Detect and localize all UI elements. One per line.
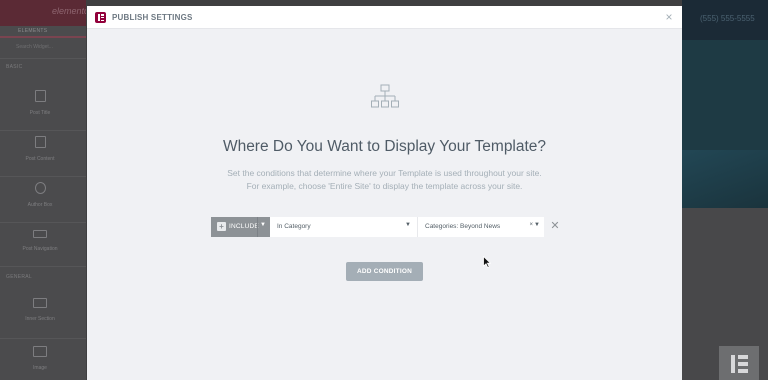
condition-type-select[interactable]: In Category ▼ (270, 217, 418, 237)
modal-title: PUBLISH SETTINGS (112, 13, 193, 22)
caret-down-icon: ▼ (260, 222, 266, 228)
close-icon[interactable]: × (662, 10, 676, 24)
caret-down-icon: ▼ (534, 222, 540, 228)
elementor-logo-tile (719, 346, 759, 380)
divider (0, 58, 86, 59)
condition-type-value: In Category (277, 223, 311, 230)
widget-author-box: Author Box (18, 182, 62, 222)
modal-heading: Where Do You Want to Display Your Templa… (222, 138, 547, 155)
clear-icon[interactable]: × (529, 222, 533, 228)
widget-label: Inner Section (25, 316, 55, 322)
elementor-icon (95, 12, 106, 23)
condition-row: + INCLUDE ▼ In Category ▼ Categories: Be… (211, 217, 561, 237)
include-divider (257, 217, 258, 237)
inner-section-icon (33, 298, 47, 308)
post-content-icon (34, 136, 46, 148)
elements-panel: elementor ELEMENTS Search Widget... BASI… (0, 0, 92, 380)
divider (0, 130, 86, 131)
widget-label: Author Box (27, 202, 53, 208)
widget-label: Post Navigation (22, 246, 58, 252)
modal-description-line1: Set the conditions that determine where … (227, 168, 542, 178)
elements-tab: ELEMENTS (0, 26, 86, 38)
remove-icon[interactable]: ✕ (549, 220, 561, 232)
condition-value-text: Categories: Beyond News (425, 223, 501, 230)
publish-settings-modal: PUBLISH SETTINGS × Where Do You Want to … (87, 6, 682, 380)
image-icon (33, 346, 47, 357)
site-phone: (555) 555-5555 (700, 14, 755, 23)
modal-description-line2: For example, choose 'Entire Site' to dis… (246, 181, 523, 191)
divider (0, 266, 86, 267)
author-box-icon (34, 182, 46, 194)
post-navigation-icon (33, 230, 47, 238)
elementor-logo-icon (728, 353, 750, 375)
modal-header: PUBLISH SETTINGS × (87, 6, 682, 29)
widget-post-navigation: Post Navigation (18, 230, 62, 270)
widget-image: Image (18, 346, 62, 380)
elements-tab-label: ELEMENTS (18, 28, 48, 34)
plus-icon: + (217, 222, 226, 231)
widget-post-content: Post Content (18, 136, 62, 176)
divider (0, 176, 86, 177)
section-basic-label: BASIC (6, 64, 23, 70)
site-hero-stripe (682, 150, 768, 210)
widget-label: Post Content (25, 156, 55, 162)
post-title-icon (34, 90, 46, 102)
widget-inner-section: Inner Section (18, 298, 62, 338)
widget-search-placeholder: Search Widget... (16, 44, 53, 50)
panel-header: elementor (0, 0, 92, 26)
caret-down-icon: ▼ (405, 222, 411, 228)
sitemap-icon (371, 84, 399, 108)
add-condition-button[interactable]: ADD CONDITION (346, 262, 423, 281)
widget-post-title: Post Title (18, 90, 62, 130)
include-select[interactable]: + INCLUDE ▼ (211, 217, 270, 237)
mouse-cursor-icon (483, 256, 491, 268)
include-label: INCLUDE (229, 223, 259, 230)
widget-label: Image (33, 365, 47, 371)
widget-label: Post Title (29, 110, 51, 116)
condition-value-select[interactable]: Categories: Beyond News × ▼ (418, 217, 544, 237)
divider (0, 222, 86, 223)
section-general-label: GENERAL (6, 274, 32, 280)
divider (0, 338, 86, 339)
